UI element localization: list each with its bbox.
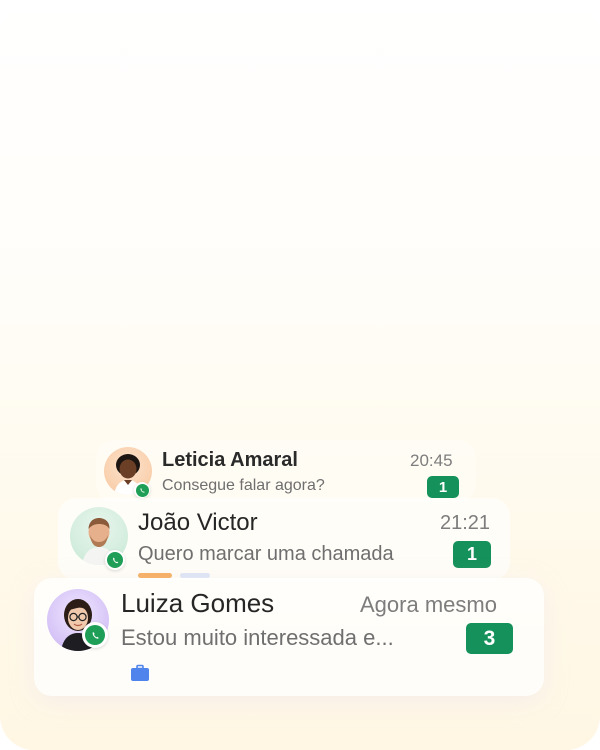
contact-name: Luiza Gomes <box>121 588 275 618</box>
whatsapp-icon <box>134 482 150 498</box>
whatsapp-icon <box>82 622 108 648</box>
contact-name: Leticia Amaral <box>162 449 298 471</box>
message-preview: Consegue falar agora? <box>162 477 325 494</box>
message-time: 21:21 <box>440 512 491 534</box>
unread-badge: 1 <box>427 476 459 498</box>
message-time: Agora mesmo <box>360 592 497 617</box>
message-preview: Quero marcar uma chamada <box>138 543 394 565</box>
whatsapp-icon <box>105 550 125 570</box>
message-preview: Estou muito interessada e... <box>121 625 394 650</box>
contact-name: João Victor <box>138 509 258 536</box>
unread-badge: 3 <box>466 623 513 654</box>
unread-badge: 1 <box>453 541 491 568</box>
message-time: 20:45 <box>410 451 453 470</box>
chat-preview-panel: Leticia Amaral 20:45 Consegue falar agor… <box>0 0 600 750</box>
briefcase-icon <box>130 663 150 683</box>
